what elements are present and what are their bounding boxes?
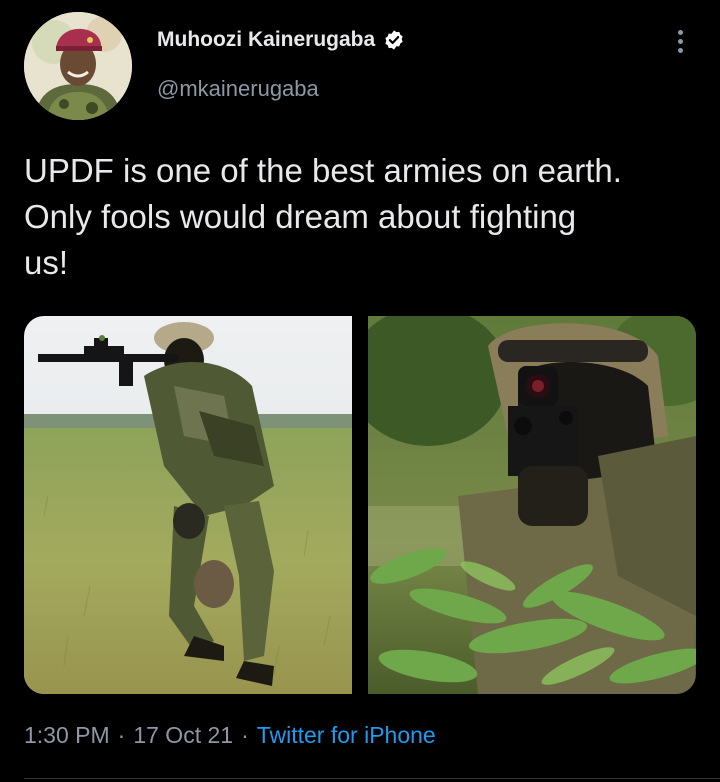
- avatar-portrait: [24, 12, 132, 120]
- more-options-icon[interactable]: [666, 26, 694, 56]
- divider: [24, 778, 720, 779]
- photo-soldier-rifle-optic-foliage: [368, 316, 696, 694]
- tweet-meta: 1:30 PM · 17 Oct 21 · Twitter for iPhone: [24, 722, 436, 749]
- tweet-photo-1[interactable]: [24, 316, 352, 694]
- verified-badge-icon: [383, 29, 405, 51]
- tweet-photo-2[interactable]: [368, 316, 696, 694]
- tweet-source-link[interactable]: Twitter for iPhone: [257, 722, 436, 749]
- tweet-time[interactable]: 1:30 PM: [24, 722, 110, 749]
- author-avatar[interactable]: [24, 12, 132, 120]
- tweet-text: UPDF is one of the best armies on earth.…: [24, 152, 622, 281]
- tweet-media: [24, 316, 696, 694]
- meta-separator: ·: [241, 722, 249, 748]
- photo-soldier-aiming-rifle-grass-field: [24, 316, 352, 694]
- tweet-date[interactable]: 17 Oct 21: [133, 722, 233, 749]
- author-handle[interactable]: @mkainerugaba: [157, 76, 319, 102]
- author-name-row: Muhoozi Kainerugaba: [157, 28, 405, 52]
- author-display-name[interactable]: Muhoozi Kainerugaba: [157, 28, 375, 52]
- meta-separator: ·: [117, 722, 126, 748]
